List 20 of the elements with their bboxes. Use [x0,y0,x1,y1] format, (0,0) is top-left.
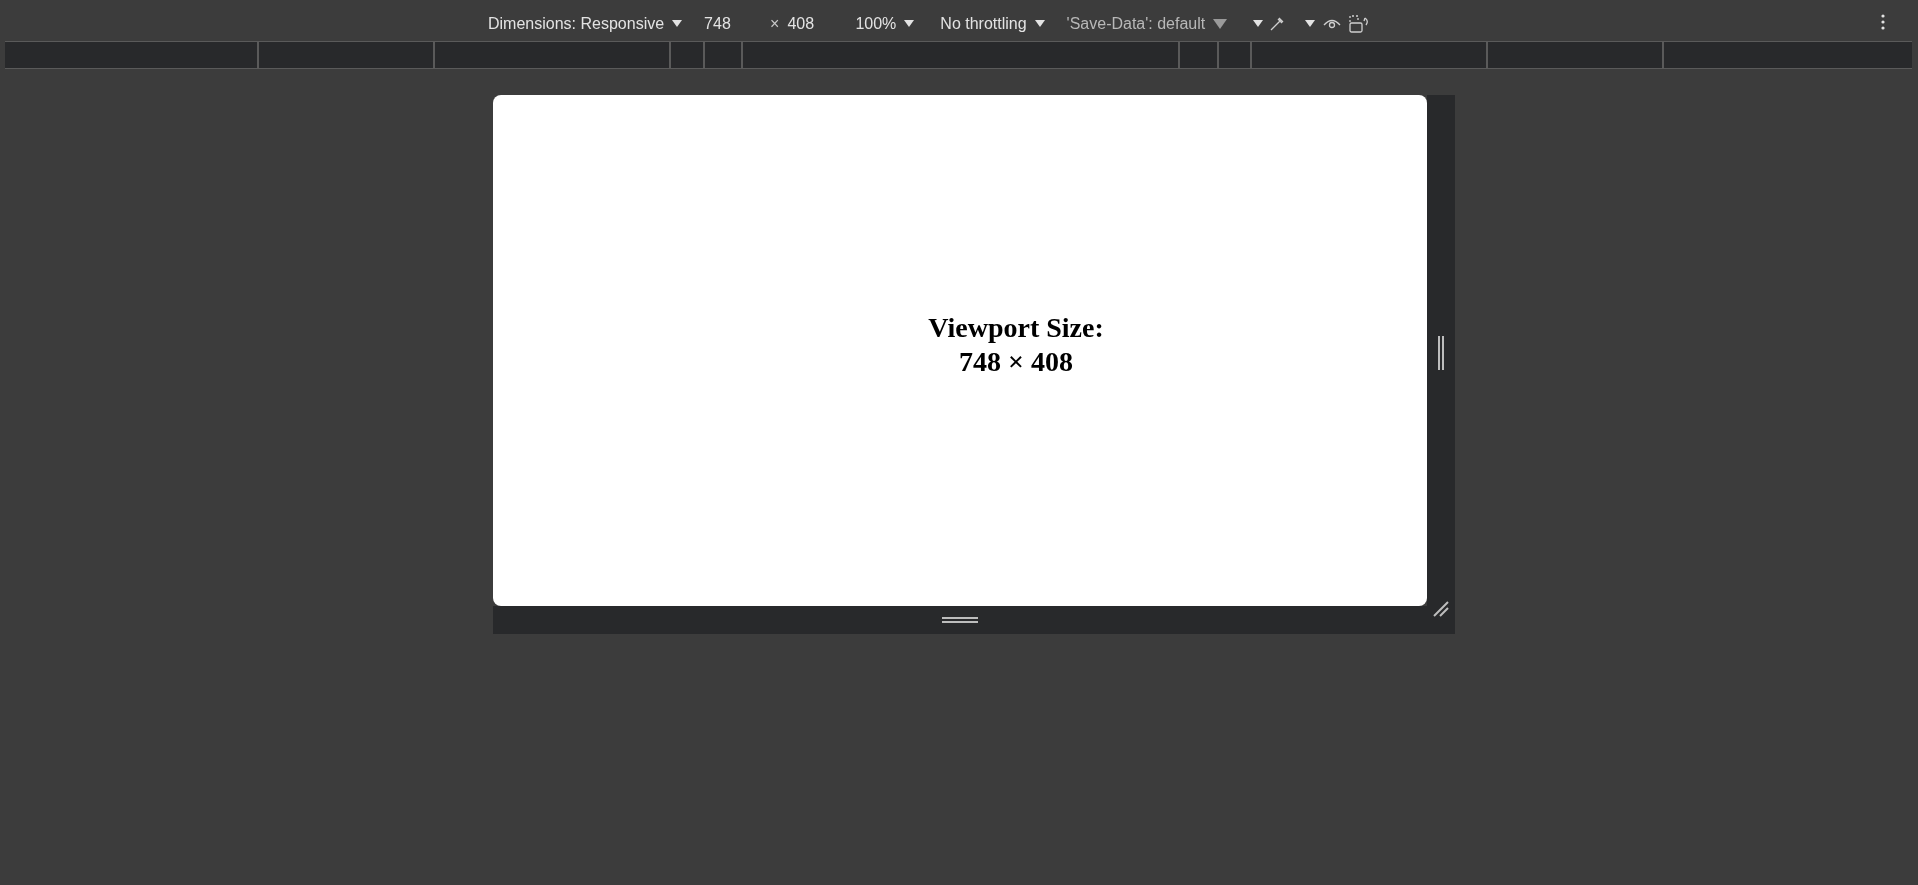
caret-icon [1213,18,1228,29]
caret-icon [1034,20,1045,27]
caret-icon [1305,20,1316,27]
width-field[interactable]: 748 [704,11,763,36]
caret-icon [672,20,683,27]
caret-icon [904,20,915,27]
caret-icon [1253,20,1264,27]
eyedropper-icon[interactable] [1269,15,1286,32]
bottom-resize-handle[interactable] [941,616,979,624]
corner-resize-icon[interactable] [1432,600,1450,618]
times-sign: × [770,13,780,34]
throttling-dropdown[interactable]: No throttling [940,11,1045,36]
dimensions-dropdown[interactable]: Dimensions: Responsive [488,11,683,36]
side-resize-handle[interactable] [1437,335,1445,371]
viewport-size-text: Viewport Size: [928,310,1104,345]
eye-icon[interactable] [1323,17,1342,30]
viewport-size-text: 748 × 408 [959,344,1073,379]
more-menu-icon[interactable] [1881,14,1885,30]
height-field[interactable]: 408 [787,11,846,36]
zoom-dropdown[interactable]: 100% [855,11,915,36]
